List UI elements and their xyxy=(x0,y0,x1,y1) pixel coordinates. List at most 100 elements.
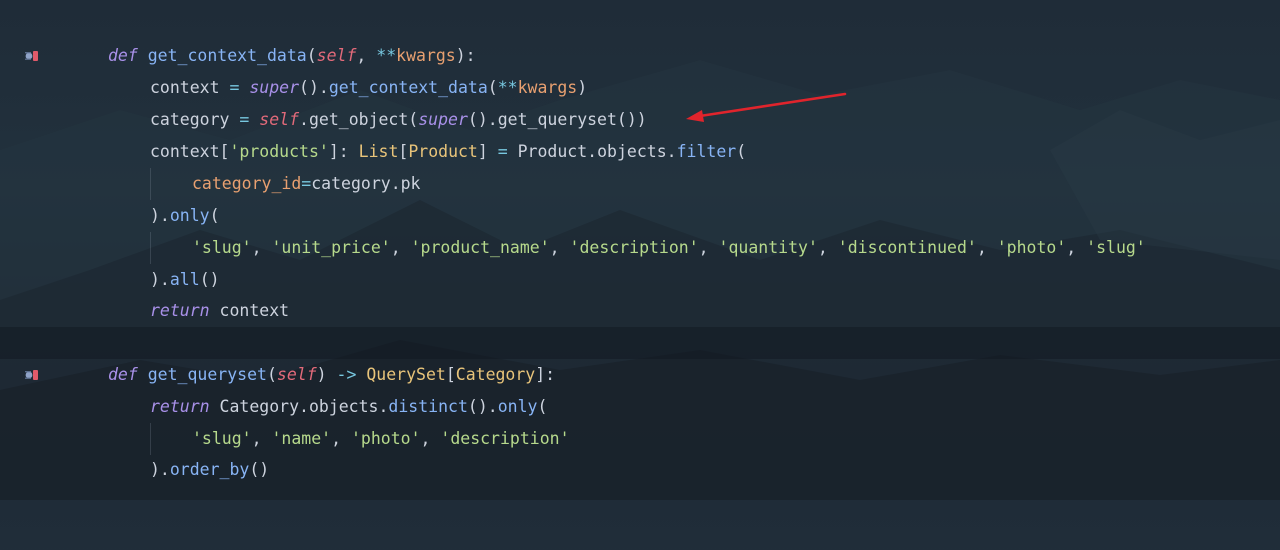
override-method-icon[interactable] xyxy=(24,368,40,382)
string-literal: 'discontinued' xyxy=(837,238,977,257)
code-line-partial xyxy=(0,486,1280,518)
builtin-super: super xyxy=(418,110,468,129)
punctuation: (). xyxy=(299,78,329,97)
method-name: only xyxy=(169,206,210,225)
punctuation: , xyxy=(390,238,411,257)
keyword: return xyxy=(150,397,210,416)
method-name: order_by xyxy=(169,460,250,479)
code-line[interactable]: category = self.get_object(super().get_q… xyxy=(0,104,1280,136)
punctuation: ( xyxy=(209,206,220,225)
string-literal: 'unit_price' xyxy=(271,238,391,257)
method-name: all xyxy=(169,270,200,289)
punctuation: , xyxy=(251,429,272,448)
function-name: get_queryset xyxy=(147,365,267,384)
method-name: get_context_data xyxy=(328,78,488,97)
identifier: context[ xyxy=(150,142,230,161)
punctuation: ). xyxy=(150,460,170,479)
code-editor[interactable]: def get_context_data(self, **kwargs): co… xyxy=(0,0,1280,500)
punctuation: , xyxy=(1066,238,1087,257)
method-name: only xyxy=(497,397,538,416)
identifier: category.pk xyxy=(311,174,421,193)
string-literal: 'name' xyxy=(271,429,332,448)
type-name: List xyxy=(358,142,399,161)
code-line[interactable]: ).order_by() xyxy=(0,454,1280,486)
code-line[interactable]: 'slug', 'name', 'photo', 'description' xyxy=(0,423,1280,455)
method-call: .get_object( xyxy=(299,110,419,129)
punctuation: ): xyxy=(455,46,476,65)
operator: = xyxy=(239,110,250,129)
string-literal: 'products' xyxy=(229,142,329,161)
type-name: QuerySet xyxy=(366,365,446,384)
punctuation: ]: xyxy=(535,365,556,384)
operator: -> xyxy=(336,365,357,384)
code-line[interactable]: context['products']: List[Product] = Pro… xyxy=(0,136,1280,168)
punctuation: , xyxy=(331,429,351,448)
punctuation: , xyxy=(420,429,441,448)
code-line[interactable]: def get_context_data(self, **kwargs): xyxy=(0,40,1280,72)
punctuation: , xyxy=(976,238,997,257)
identifier: Product.objects. xyxy=(507,142,677,161)
parameter: kwargs xyxy=(517,78,578,97)
string-literal: 'product_name' xyxy=(410,238,550,257)
string-literal: 'slug' xyxy=(192,238,252,257)
builtin-super: super xyxy=(249,78,300,97)
string-literal: 'photo' xyxy=(350,429,421,448)
punctuation: , xyxy=(549,238,570,257)
code-line[interactable]: ).only( xyxy=(0,200,1280,232)
code-line[interactable]: return context xyxy=(0,295,1280,327)
punctuation: ( xyxy=(266,365,277,384)
operator: = xyxy=(301,174,312,193)
string-literal: 'slug' xyxy=(1086,238,1146,257)
punctuation: ). xyxy=(150,270,170,289)
punctuation: ). xyxy=(150,206,170,225)
code-line[interactable]: context = super().get_context_data(**kwa… xyxy=(0,72,1280,104)
punctuation: , xyxy=(817,238,838,257)
identifier: category xyxy=(150,110,240,129)
punctuation: , xyxy=(251,238,272,257)
self-keyword: self xyxy=(316,46,357,65)
code-line[interactable]: return Category.objects.distinct().only( xyxy=(0,391,1280,423)
method-name: distinct xyxy=(388,397,468,416)
punctuation: ( xyxy=(736,142,747,161)
code-line-partial xyxy=(0,0,1280,14)
string-literal: 'quantity' xyxy=(718,238,818,257)
code-line[interactable]: ).all() xyxy=(0,264,1280,296)
override-method-icon[interactable] xyxy=(24,49,40,63)
operator: ** xyxy=(497,78,518,97)
string-literal: 'description' xyxy=(569,238,699,257)
function-name: get_context_data xyxy=(147,46,307,65)
identifier: context xyxy=(150,78,230,97)
code-line[interactable]: def get_queryset(self) -> QuerySet[Categ… xyxy=(0,359,1280,391)
parameter: kwargs xyxy=(396,46,456,65)
string-literal: 'description' xyxy=(440,429,570,448)
identifier: Category.objects. xyxy=(209,397,389,416)
punctuation: ) xyxy=(577,78,588,97)
punctuation: [ xyxy=(445,365,456,384)
punctuation: ) xyxy=(316,365,337,384)
current-line-highlight[interactable] xyxy=(0,327,1280,359)
punctuation: () xyxy=(249,460,270,479)
punctuation: , xyxy=(356,46,377,65)
identifier: context xyxy=(209,301,290,320)
punctuation: ( xyxy=(306,46,317,65)
keyword: return xyxy=(150,301,210,320)
operator: = xyxy=(229,78,240,97)
punctuation: [ xyxy=(398,142,409,161)
code-line[interactable]: category_id=category.pk xyxy=(0,168,1280,200)
type-name: Product xyxy=(408,142,478,161)
operator: ** xyxy=(376,46,397,65)
keyword: def xyxy=(108,365,138,384)
string-literal: 'slug' xyxy=(192,429,252,448)
method-call: ().get_queryset()) xyxy=(467,110,647,129)
punctuation: , xyxy=(698,238,719,257)
string-literal: 'photo' xyxy=(996,238,1067,257)
operator: = xyxy=(497,142,508,161)
punctuation: ( xyxy=(487,78,498,97)
self-keyword: self xyxy=(259,110,300,129)
keyword: def xyxy=(108,46,138,65)
code-line[interactable]: 'slug', 'unit_price', 'product_name', 'd… xyxy=(0,232,1280,264)
punctuation: (). xyxy=(467,397,498,416)
